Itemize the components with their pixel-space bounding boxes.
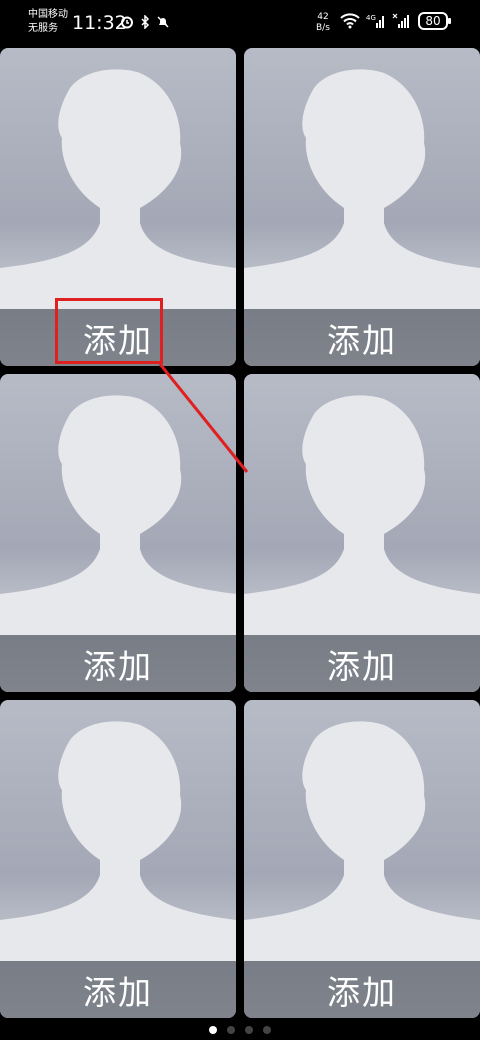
add-bar[interactable]: 添加 — [244, 635, 480, 692]
bluetooth-icon — [138, 14, 152, 30]
avatar-card[interactable]: 添加 — [0, 700, 236, 1018]
carrier-name: 中国移动 — [28, 9, 68, 20]
carrier-info: 中国移动 无服务 — [28, 8, 68, 36]
network-speed-unit: B/s — [316, 23, 330, 33]
page-dot-active[interactable] — [209, 1026, 217, 1034]
page-indicator[interactable] — [0, 1020, 480, 1040]
page-dot[interactable] — [263, 1026, 271, 1034]
annotation-highlight-box — [55, 298, 163, 364]
battery-indicator: 80 — [418, 12, 451, 30]
avatar-card[interactable]: 添加 — [244, 374, 480, 692]
add-bar[interactable]: 添加 — [244, 961, 480, 1018]
network-type: 4G — [366, 14, 376, 22]
add-bar[interactable]: 添加 — [0, 635, 236, 692]
avatar-card[interactable]: 添加 — [244, 700, 480, 1018]
add-label: 添加 — [83, 972, 153, 1012]
avatar-silhouette-icon — [244, 69, 480, 309]
clock: 11:32 — [72, 12, 127, 34]
avatar-silhouette-icon — [0, 395, 236, 635]
add-bar[interactable]: 添加 — [244, 309, 480, 366]
add-label: 添加 — [83, 646, 153, 686]
avatar-silhouette-icon — [0, 69, 236, 309]
add-label: 添加 — [327, 646, 397, 686]
avatar-card[interactable]: 添加 — [0, 374, 236, 692]
network-speed-value: 42 — [317, 12, 329, 22]
add-label: 添加 — [327, 972, 397, 1012]
status-bar: 中国移动 无服务 11:32 42 B/s 4G 80 — [0, 0, 480, 46]
no-sim-signal-icon — [392, 13, 409, 28]
avatar-silhouette-icon — [244, 395, 480, 635]
page-dot[interactable] — [227, 1026, 235, 1034]
alarm-icon — [120, 14, 134, 29]
avatar-silhouette-icon — [244, 721, 480, 961]
page-dot[interactable] — [245, 1026, 253, 1034]
add-label: 添加 — [327, 320, 397, 360]
avatar-card[interactable]: 添加 — [244, 48, 480, 366]
cellular-signal-icon: 4G — [366, 14, 384, 28]
add-bar[interactable]: 添加 — [0, 961, 236, 1018]
network-speed: 42 B/s — [316, 12, 330, 34]
mute-icon — [156, 14, 170, 28]
service-status: 无服务 — [28, 23, 58, 34]
wifi-icon — [340, 13, 360, 29]
avatar-grid: 添加 添加 添加 添加 添加 添加 — [0, 48, 480, 1018]
avatar-silhouette-icon — [0, 721, 236, 961]
